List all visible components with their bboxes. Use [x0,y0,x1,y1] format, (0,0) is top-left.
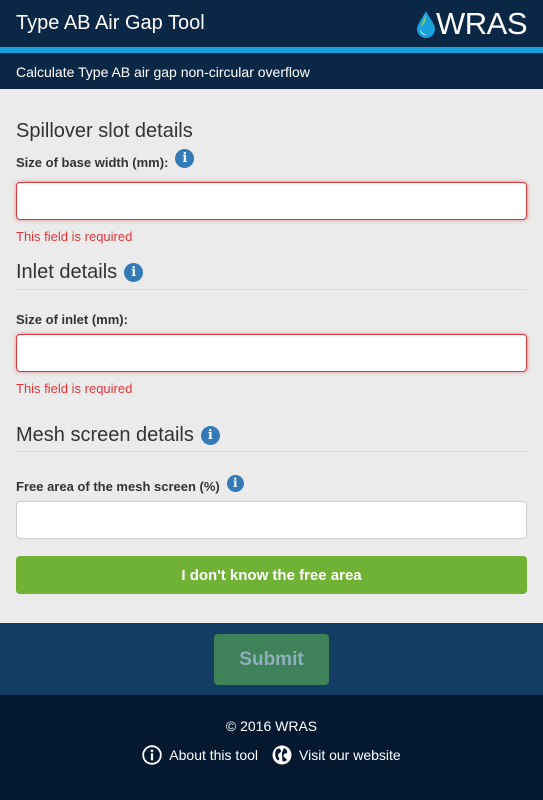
globe-icon [272,745,292,765]
copyright-text: © 2016 WRAS [225,718,318,734]
mesh-free-area-input[interactable] [16,501,527,539]
about-tool-link[interactable]: About this tool [142,745,258,765]
submit-button[interactable]: Submit [214,634,329,685]
section-divider [16,451,527,452]
info-icon[interactable]: i [124,263,144,282]
inlet-section-title: Inlet details i [16,261,144,284]
wras-logo: WRAS [416,6,528,41]
visit-website-link[interactable]: Visit our website [272,745,401,765]
base-width-label: Size of base width (mm): i [16,149,195,170]
subheader-bar: Calculate Type AB air gap non-circular o… [0,53,543,89]
calculator-form: Spillover slot details Size of base widt… [0,89,543,623]
base-width-label-text: Size of base width (mm): [16,155,169,170]
spillover-section-title: Spillover slot details [16,120,193,143]
app-title: Type AB Air Gap Tool [16,12,205,34]
base-width-input[interactable] [16,182,527,220]
mesh-free-area-label-text: Free area of the mesh screen (%) [16,479,220,494]
visit-website-label: Visit our website [299,747,401,763]
spillover-section-label: Spillover slot details [16,120,193,142]
unknown-free-area-button[interactable]: I don't know the free area [16,556,527,594]
base-width-error: This field is required [16,229,133,244]
info-icon[interactable]: i [226,474,244,492]
about-tool-label: About this tool [169,747,259,763]
info-circle-icon [142,745,162,765]
water-drop-icon [417,11,435,38]
mesh-section-title: Mesh screen details i [16,424,220,447]
inlet-size-label-text: Size of inlet (mm): [16,312,128,327]
app-header: Type AB Air Gap Tool WRAS [0,0,543,47]
page-subtitle: Calculate Type AB air gap non-circular o… [16,64,310,80]
mesh-free-area-label: Free area of the mesh screen (%) i [16,474,244,494]
section-divider [16,289,527,290]
info-icon[interactable]: i [200,426,220,445]
inlet-section-label: Inlet details [16,261,118,283]
page-footer: © 2016 WRAS About this tool Visit our we… [0,695,543,800]
info-icon[interactable]: i [175,149,195,168]
logo-text: WRAS [436,6,528,41]
inlet-size-input[interactable] [16,334,527,372]
footer-links: About this tool Visit our website [0,745,543,765]
submit-bar: Submit [0,623,543,695]
inlet-size-label: Size of inlet (mm): [16,312,128,327]
inlet-size-error: This field is required [16,381,133,396]
mesh-section-label: Mesh screen details [16,424,194,446]
